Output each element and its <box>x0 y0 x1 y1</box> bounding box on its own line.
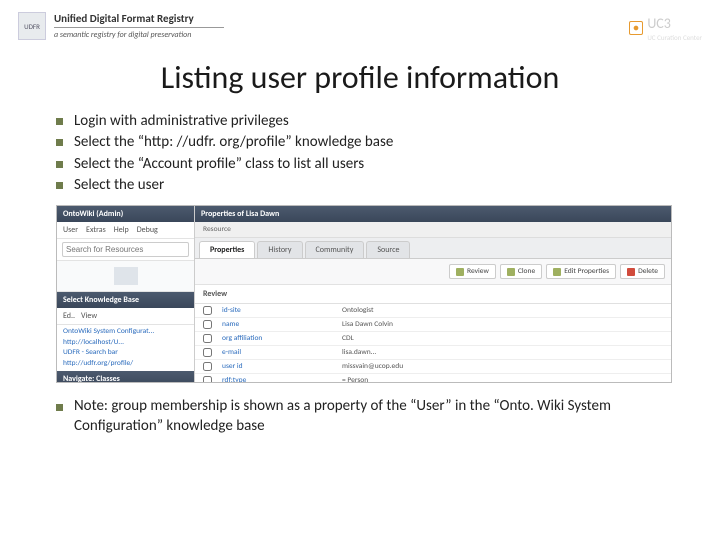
row-checkbox[interactable] <box>203 306 212 315</box>
search-input[interactable] <box>62 242 189 257</box>
uc3-label: UC3 <box>647 15 671 32</box>
main-menu: User Extras Help Debug <box>57 222 194 239</box>
registry-title: Unified Digital Format Registry <box>54 12 224 25</box>
menu-debug[interactable]: Debug <box>137 225 158 235</box>
udfr-mini-icon <box>114 267 138 285</box>
tab-properties[interactable]: Properties <box>199 241 255 258</box>
kb-head: Ed.. View <box>57 308 194 325</box>
row-checkbox[interactable] <box>203 348 212 357</box>
bullet-item: Select the “Account profile” class to li… <box>56 154 672 174</box>
row-checkbox[interactable] <box>203 334 212 343</box>
tab-community[interactable]: Community <box>305 241 365 258</box>
menu-extras[interactable]: Extras <box>86 225 106 235</box>
kb-item[interactable]: http://localhost/U... <box>63 338 188 349</box>
title-block: Unified Digital Format Registry a semant… <box>54 12 224 40</box>
logo-row <box>57 261 194 292</box>
registry-subtitle: a semantic registry for digital preserva… <box>54 30 224 40</box>
header-left: UDFR Unified Digital Format Registry a s… <box>18 12 224 40</box>
review-button[interactable]: Review <box>449 264 496 279</box>
tab-source[interactable]: Source <box>366 241 410 258</box>
clone-button[interactable]: Clone <box>500 264 542 279</box>
note-item: Note: group membership is shown as a pro… <box>56 397 672 436</box>
breadcrumb: Resource <box>195 222 671 238</box>
delete-icon <box>627 268 635 276</box>
kb-item[interactable]: http://udfr.org/profile/ <box>63 359 188 370</box>
bullet-item: Login with administrative privileges <box>56 111 672 131</box>
divider <box>54 27 224 28</box>
nav-panel-title: Navigate: Classes <box>57 371 194 383</box>
menu-help[interactable]: Help <box>114 225 129 235</box>
table-row: user idmissvain@ucop.edu <box>195 360 671 374</box>
note-block: Note: group membership is shown as a pro… <box>0 397 720 436</box>
clone-icon <box>507 268 515 276</box>
review-icon <box>456 268 464 276</box>
kb-item[interactable]: OntoWiki System Configurat... <box>63 327 188 338</box>
table-row: rdf:type= Person <box>195 374 671 383</box>
slide-title: Listing user profile information <box>0 58 720 97</box>
uc3-logo: UC3 UC Curation Center <box>629 12 702 42</box>
uc3-sublabel: UC Curation Center <box>647 33 702 42</box>
toolbar: Review Clone Edit Properties Delete <box>195 259 671 285</box>
kb-panel-title: Select Knowledge Base <box>57 292 194 308</box>
kb-item[interactable]: UDFR - Search bar <box>63 348 188 359</box>
tabs: Properties History Community Source <box>195 238 671 259</box>
row-checkbox[interactable] <box>203 376 212 383</box>
properties-grid: id-siteOntologist nameLisa Dawn Colvin o… <box>195 304 671 383</box>
delete-button[interactable]: Delete <box>620 264 665 279</box>
search-row <box>57 239 194 261</box>
row-checkbox[interactable] <box>203 362 212 371</box>
app-screenshot: OntoWiki (Admin) User Extras Help Debug … <box>56 205 672 383</box>
bullet-item: Select the “http: //udfr. org/profile” k… <box>56 132 672 152</box>
udfr-logo-icon: UDFR <box>18 12 46 40</box>
edit-properties-button[interactable]: Edit Properties <box>546 264 616 279</box>
grid-header: Review <box>195 285 671 304</box>
table-row: org affiliationCDL <box>195 332 671 346</box>
kb-list: OntoWiki System Configurat... http://loc… <box>57 325 194 371</box>
tab-history[interactable]: History <box>257 241 302 258</box>
kb-edit[interactable]: Ed.. <box>63 311 75 321</box>
bullet-list: Login with administrative privileges Sel… <box>0 111 720 195</box>
uc3-icon <box>629 21 643 35</box>
table-row: id-siteOntologist <box>195 304 671 318</box>
bullet-item: Select the user <box>56 175 672 195</box>
table-row: e-maillisa.dawn... <box>195 346 671 360</box>
right-pane: Properties of Lisa Dawn Resource Propert… <box>195 206 671 382</box>
kb-view[interactable]: View <box>81 311 97 321</box>
row-checkbox[interactable] <box>203 320 212 329</box>
slide-header: UDFR Unified Digital Format Registry a s… <box>0 0 720 48</box>
table-row: nameLisa Dawn Colvin <box>195 318 671 332</box>
left-pane: OntoWiki (Admin) User Extras Help Debug … <box>57 206 195 382</box>
menu-user[interactable]: User <box>63 225 78 235</box>
app-title-bar: OntoWiki (Admin) <box>57 206 194 222</box>
properties-title: Properties of Lisa Dawn <box>195 206 671 222</box>
edit-icon <box>553 268 561 276</box>
